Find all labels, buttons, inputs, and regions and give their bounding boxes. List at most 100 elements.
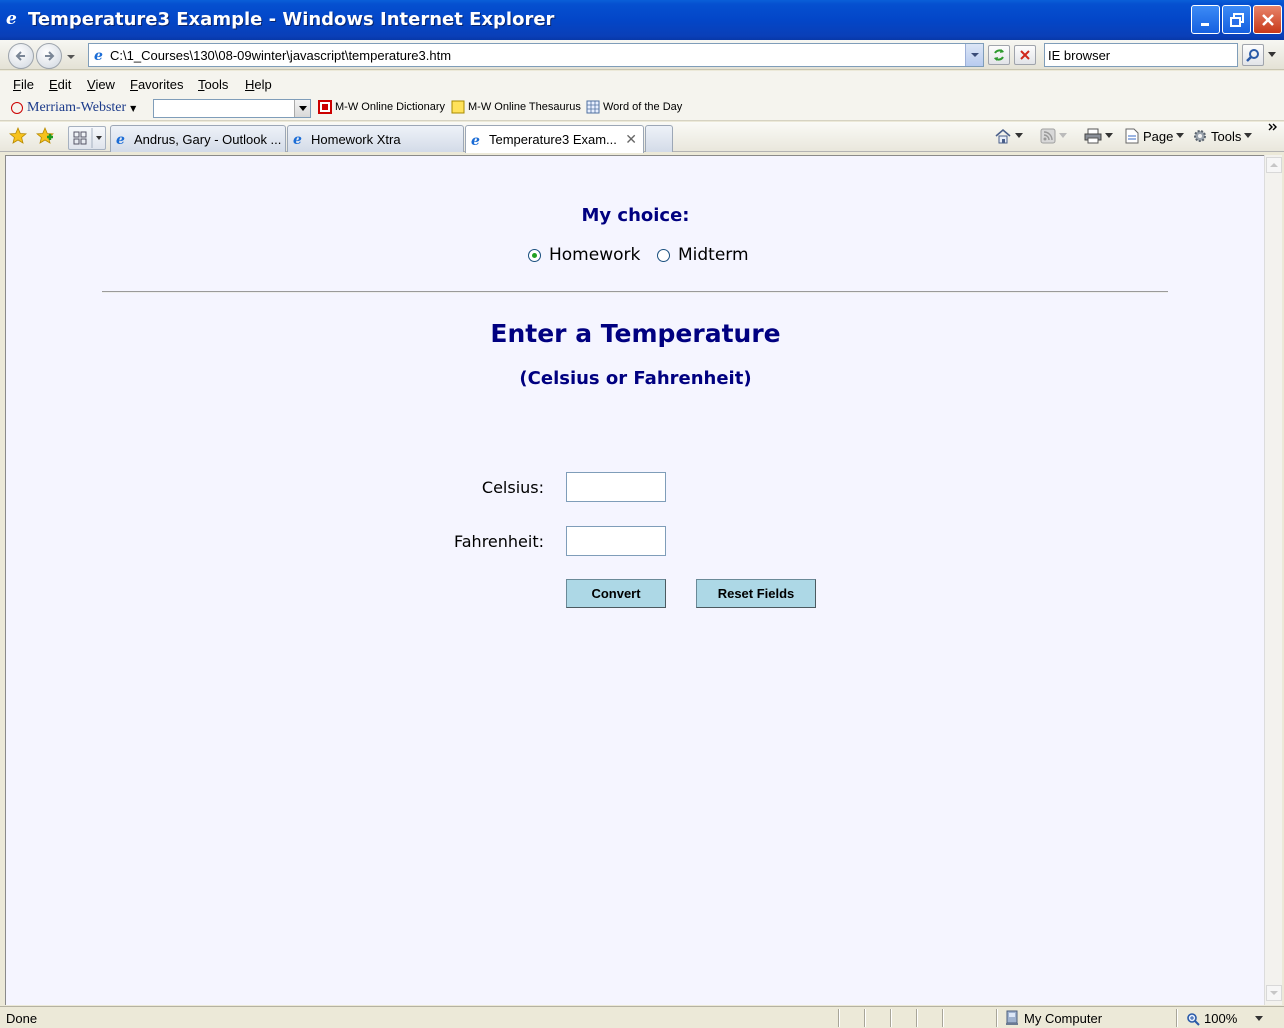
add-favorite-icon[interactable] <box>36 127 54 145</box>
celsius-input[interactable] <box>566 472 666 502</box>
status-text: Done <box>6 1011 38 1026</box>
status-separator <box>1176 1009 1178 1027</box>
tab-label: Homework Xtra <box>311 131 401 147</box>
feeds-button[interactable] <box>1040 128 1067 144</box>
stop-button[interactable] <box>1014 45 1036 65</box>
svg-text:e: e <box>471 133 480 148</box>
link-mw-dictionary[interactable]: M-W Online Dictionary <box>318 100 445 114</box>
horizontal-divider <box>102 291 1168 293</box>
link-word-of-the-day[interactable]: Word of the Day <box>586 100 682 114</box>
mw-brand: Merriam-Webster <box>27 100 127 115</box>
quick-tabs-button[interactable] <box>68 126 106 150</box>
search-icon <box>1246 49 1259 62</box>
svg-text:e: e <box>94 48 103 63</box>
tab-outlook[interactable]: e Andrus, Gary - Outlook ... <box>110 125 286 152</box>
address-toolbar: e C:\1_Courses\130\08-09winter\javascrip… <box>0 40 1284 70</box>
merriam-webster-button[interactable]: Merriam-Webster ▼ <box>11 100 136 116</box>
page-menu-label: Page <box>1143 128 1174 144</box>
home-button[interactable] <box>994 128 1023 144</box>
menu-help[interactable]: Help <box>245 77 272 92</box>
scroll-down-button[interactable] <box>1266 985 1282 1001</box>
status-separator <box>864 1009 866 1027</box>
radio-midterm-control[interactable] <box>657 248 670 262</box>
radio-midterm[interactable]: Midterm <box>657 245 749 265</box>
chevron-down-icon <box>1105 133 1113 138</box>
radio-homework-control[interactable] <box>528 248 541 262</box>
menu-view[interactable]: View <box>87 77 115 92</box>
page-content: My choice: Homework Midterm Enter a Temp… <box>5 155 1264 1005</box>
favorites-star-icon[interactable] <box>9 127 27 145</box>
home-icon <box>995 128 1011 144</box>
toolbar-overflow-button[interactable] <box>1268 122 1278 132</box>
search-input[interactable] <box>1048 45 1234 65</box>
mw-search-select[interactable] <box>153 99 311 118</box>
tab-label: Andrus, Gary - Outlook ... <box>134 131 282 147</box>
status-separator <box>838 1009 840 1027</box>
forward-button[interactable] <box>36 43 62 69</box>
reset-fields-button[interactable]: Reset Fields <box>696 579 816 608</box>
vertical-scrollbar[interactable] <box>1264 155 1282 1005</box>
svg-text:e: e <box>293 132 302 147</box>
history-dropdown[interactable] <box>66 51 76 61</box>
ie-logo-icon: e <box>6 9 17 29</box>
search-options-dropdown[interactable] <box>1266 44 1278 66</box>
security-zone[interactable]: My Computer <box>1004 1010 1102 1026</box>
chevron-down-icon <box>298 105 307 111</box>
status-separator <box>890 1009 892 1027</box>
address-url: C:\1_Courses\130\08-09winter\javascript\… <box>110 48 452 63</box>
link-mw-thesaurus[interactable]: M-W Online Thesaurus <box>451 100 581 114</box>
mw-circle-icon <box>11 102 23 114</box>
page-icon <box>1125 128 1139 144</box>
zone-label: My Computer <box>1024 1010 1103 1026</box>
radio-homework-label: Homework <box>549 245 641 265</box>
tools-menu-button[interactable]: Tools <box>1192 128 1253 144</box>
page-menu-button[interactable]: Page <box>1124 128 1185 144</box>
mw-select-dropdown[interactable] <box>294 100 310 117</box>
search-field[interactable] <box>1044 43 1238 67</box>
radio-midterm-label: Midterm <box>678 245 749 265</box>
choice-heading: My choice: <box>581 205 690 226</box>
status-separator <box>942 1009 944 1027</box>
page-subheading: (Celsius or Fahrenheit) <box>519 368 752 389</box>
thesaurus-icon <box>451 100 465 114</box>
ie-page-icon: e <box>116 132 125 147</box>
tab-strip: e Andrus, Gary - Outlook ... e Homework … <box>0 122 1284 153</box>
fahrenheit-input[interactable] <box>566 526 666 556</box>
close-tab-icon[interactable]: ✕ <box>625 131 637 148</box>
menu-file[interactable]: File <box>13 77 34 92</box>
menu-edit[interactable]: Edit <box>49 77 71 92</box>
refresh-button[interactable] <box>988 45 1010 65</box>
search-button[interactable] <box>1242 44 1264 66</box>
refresh-icon <box>994 49 1004 61</box>
tab-temperature3[interactable]: e Temperature3 Exam... ✕ <box>465 125 644 153</box>
restore-icon <box>1229 12 1244 27</box>
arrow-down-icon <box>1270 991 1278 995</box>
close-window-button[interactable] <box>1253 5 1282 34</box>
scroll-up-button[interactable] <box>1266 157 1282 173</box>
address-dropdown[interactable] <box>965 44 983 66</box>
radio-homework[interactable]: Homework <box>528 245 640 265</box>
link-label: M-W Online Dictionary <box>335 101 446 113</box>
calendar-icon <box>586 100 600 114</box>
menu-tools[interactable]: Tools <box>198 77 228 92</box>
convert-button[interactable]: Convert <box>566 579 666 608</box>
ie-page-icon: e <box>293 132 302 147</box>
minimize-button[interactable] <box>1191 5 1220 34</box>
tab-label: Temperature3 Exam... <box>489 132 617 147</box>
address-field[interactable]: e C:\1_Courses\130\08-09winter\javascrip… <box>88 43 984 67</box>
new-tab-button[interactable] <box>645 125 673 152</box>
chevron-down-icon <box>970 53 979 57</box>
back-button[interactable] <box>8 43 34 69</box>
print-button[interactable] <box>1084 128 1113 144</box>
tab-homework-xtra[interactable]: e Homework Xtra <box>287 125 464 152</box>
maximize-button[interactable] <box>1222 5 1251 34</box>
gear-icon <box>1194 130 1206 142</box>
chevron-down-icon <box>1255 1015 1264 1021</box>
status-bar: Done My Computer 100% <box>0 1006 1284 1028</box>
menu-bar: File Edit View Favorites Tools Help <box>0 71 1284 97</box>
dictionary-icon <box>318 100 332 114</box>
computer-icon <box>1006 1010 1018 1025</box>
rss-feed-icon <box>1040 128 1056 144</box>
zoom-control[interactable]: 100% <box>1186 1011 1264 1026</box>
menu-favorites[interactable]: Favorites <box>130 77 183 92</box>
